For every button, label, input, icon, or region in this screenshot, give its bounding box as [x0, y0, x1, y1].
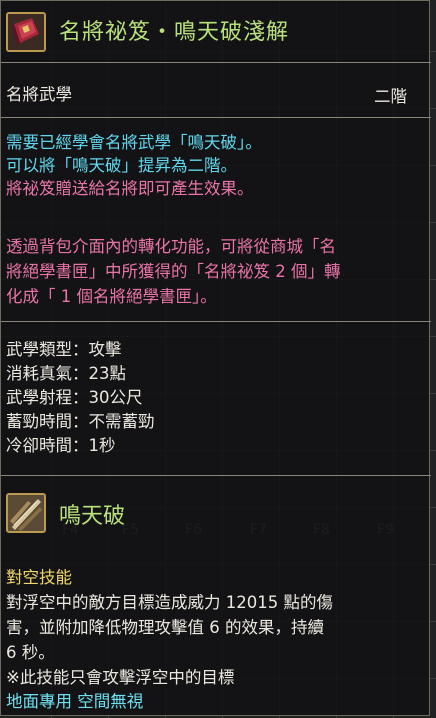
skill-description-line: 害，並附加降低物理攻擊值 6 的效果，持續	[6, 618, 324, 637]
divider	[1, 475, 431, 476]
stat-label: 武學類型：	[6, 340, 89, 359]
skill-note: ※此技能只會攻擊浮空中的目標	[6, 668, 235, 687]
sword-skill-icon	[6, 493, 46, 533]
effect-note: 將祕笈贈送給名將即可產生效果。	[6, 179, 254, 198]
skill-description-line: 6 秒。	[6, 643, 55, 662]
stat-row: 武學類型：攻擊	[6, 338, 122, 361]
stat-label: 冷卻時間：	[6, 436, 89, 455]
stat-row: 冷卻時間：1秒	[6, 434, 116, 457]
divider	[1, 62, 431, 63]
book-icon	[6, 12, 46, 52]
conversion-note-line: 化成「 1 個名將絕學書匣」。	[6, 287, 217, 306]
requirement-line: 可以將「鳴天破」提昇為二階。	[6, 156, 237, 175]
item-tooltip: 名將祕笈・鳴天破淺解 名將武學 二階 需要已經學會名將武學「鳴天破」。 可以將「…	[0, 0, 431, 716]
requirement-line: 需要已經學會名將武學「鳴天破」。	[6, 133, 262, 152]
stat-value: 不需蓄勁	[88, 412, 155, 431]
divider	[1, 117, 431, 118]
stat-row: 蓄勁時間：不需蓄勁	[6, 410, 155, 433]
stat-row: 消耗真氣：23點	[6, 362, 126, 385]
divider	[1, 321, 431, 322]
stat-label: 武學射程：	[6, 388, 89, 407]
stat-value: 攻擊	[88, 340, 122, 359]
conversion-note-line: 透過背包介面內的轉化功能，可將從商城「名	[6, 237, 336, 256]
stat-value: 23點	[88, 364, 127, 383]
item-grade: 二階	[374, 87, 407, 106]
stat-label: 蓄勁時間：	[6, 412, 89, 431]
stat-label: 消耗真氣：	[6, 364, 89, 383]
item-category: 名將武學	[6, 85, 72, 104]
skill-name: 鳴天破	[59, 504, 126, 529]
skill-type: 對空技能	[6, 568, 72, 587]
stat-value: 1秒	[88, 436, 116, 455]
item-title: 名將祕笈・鳴天破淺解	[59, 20, 290, 45]
skill-tags: 地面專用 空間無視	[6, 692, 144, 711]
conversion-note-line: 將絕學書匣」中所獲得的「名將祕笈 2 個」轉	[6, 262, 341, 281]
stat-row: 武學射程：30公尺	[6, 386, 143, 409]
stat-value: 30公尺	[88, 388, 143, 407]
skill-description-line: 對浮空中的敵方目標造成威力 12015 點的傷	[6, 593, 333, 612]
